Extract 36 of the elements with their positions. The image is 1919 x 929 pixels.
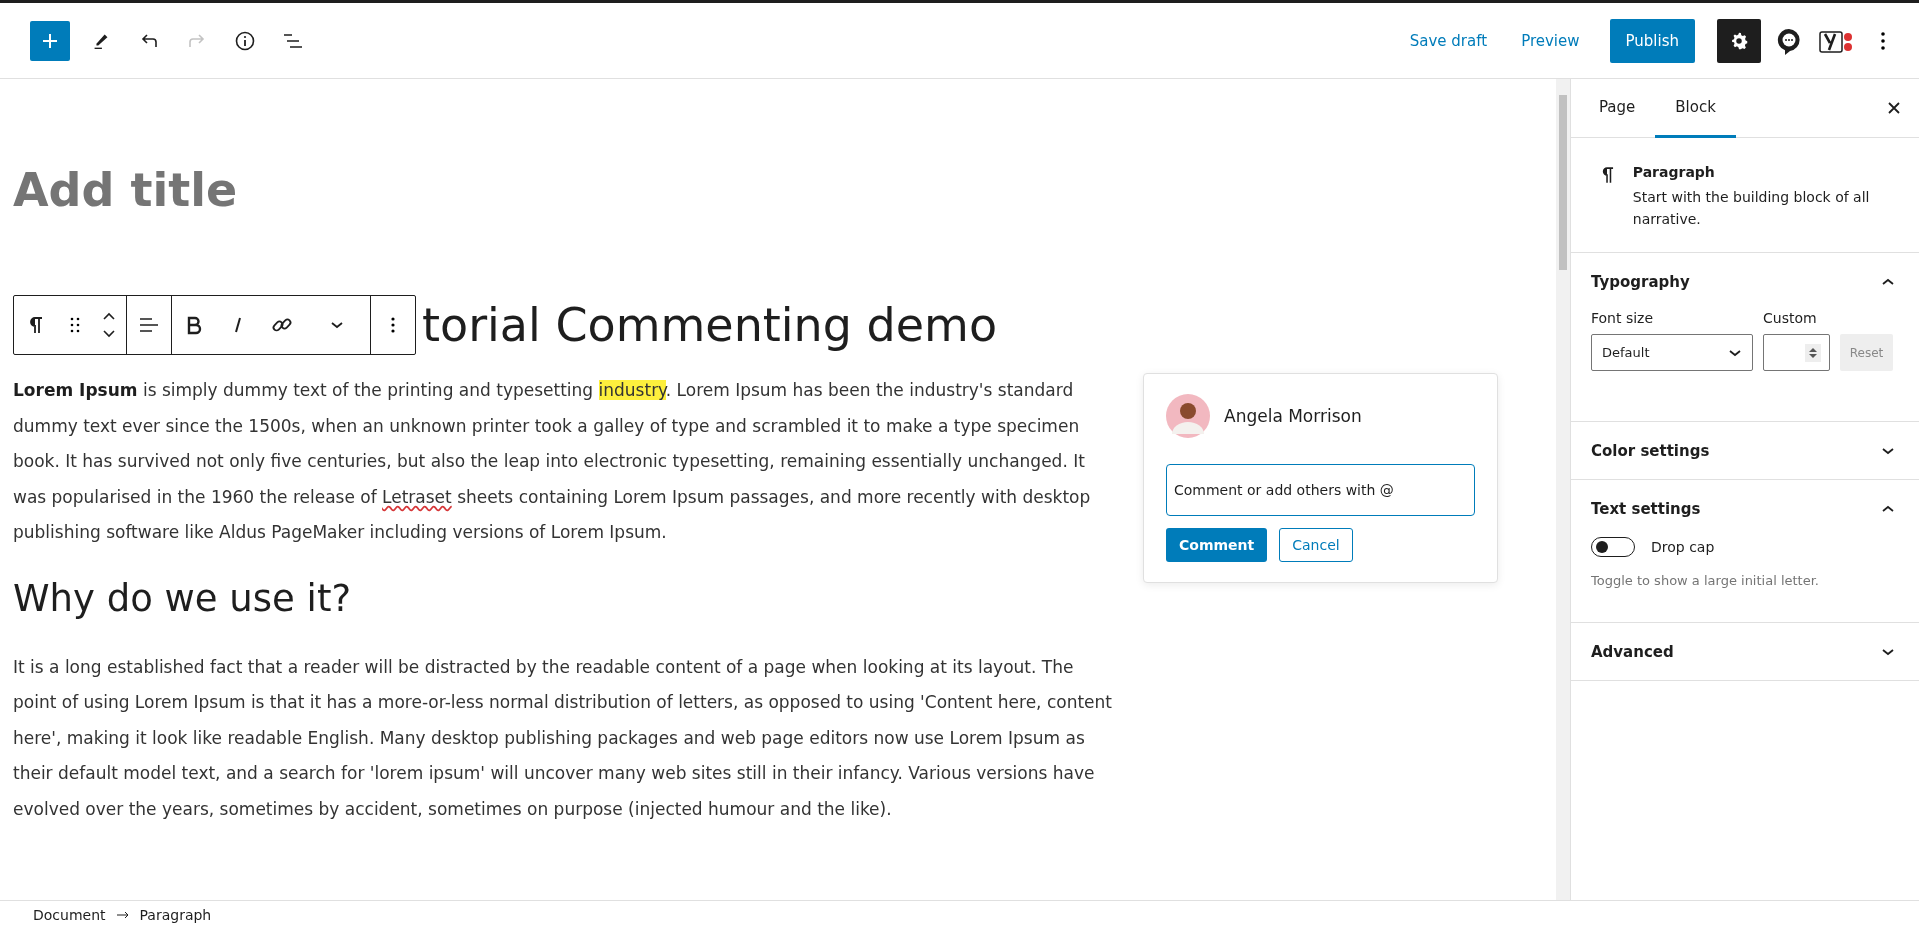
scrollbar[interactable] (1556, 79, 1570, 900)
panel-header[interactable]: Advanced (1571, 623, 1919, 680)
spinner-arrows-icon (1808, 345, 1818, 360)
help-text: Toggle to show a large initial letter. (1591, 573, 1820, 588)
field-label: Custom (1763, 310, 1818, 326)
block-title: Paragraph (1632, 164, 1716, 180)
panel-header[interactable]: Color settings (1571, 422, 1919, 479)
sidebar-tab[interactable]: Block (1655, 79, 1736, 138)
comment-button[interactable]: Comment (1166, 528, 1268, 562)
panel-header[interactable]: Typography (1571, 253, 1919, 310)
section-heading: Why do we use it? (13, 576, 353, 620)
pilcrow-icon (1601, 164, 1615, 186)
author-name: Angela Morrison (1224, 406, 1362, 426)
paragraph: It is a long established fact that a reader will be distracted by the readable content of a page when looking at its layout. The point of using Lorem Ipsum is that it has a more-or-less normal distribution of letters, as opposed to using 'Content here, content here', making it look like readable English. Many desktop publishing packages and web page editors now use Lorem Ipsum as their default model text, and a search for 'lorem ipsum' will uncover many web sites still in their infancy. Various versions have evolved over the years, sometimes by accident, sometimes on purpose (injected humour and the like). (13, 655, 1113, 821)
custom-size-field[interactable] (1763, 334, 1830, 371)
font-size-select[interactable]: Default (1591, 334, 1753, 371)
arrow-icon (115, 911, 130, 919)
cancel-button[interactable]: Cancel (1279, 528, 1353, 562)
publish-button[interactable]: Publish (1609, 18, 1695, 63)
field-label: Font size (1591, 310, 1655, 326)
comment-field[interactable]: Comment or add others with @ (1166, 464, 1475, 516)
sidebar-tab[interactable]: Page (1579, 79, 1656, 138)
panel-header[interactable]: Text settings (1571, 480, 1919, 537)
toggle-label: Drop cap (1651, 539, 1715, 555)
post-heading: torial Commenting demo (422, 298, 998, 352)
block-description: Start with the building block of all narrative. (1632, 188, 1871, 229)
settings-button[interactable] (1717, 18, 1761, 63)
paragraph: Lorem Ipsum is simply dummy text of the printing and typesetting industry. Lorem Ipsum has been the industry's standard dummy text ever since the 1500s, when an unknown printer took a galley of type and scrambled it to make a type specimen book. It has survived not only five centuries, but also the leap into electronic typesetting, remaining essentially unchanged. It was popularised in the 1960 the release of Letraset sheets containing Lorem Ipsum passages, and more recently with desktop publishing software like Aldus PageMaker including versions of Lorem Ipsum. (13, 379, 1092, 544)
preview-button[interactable]: Preview (1511, 23, 1590, 58)
breadcrumb-item[interactable]: Paragraph (139, 907, 212, 923)
avatar (1166, 394, 1210, 438)
title-placeholder[interactable]: Add title (13, 163, 1556, 217)
add-block-button[interactable] (30, 20, 70, 61)
chevron-down-icon (1728, 347, 1742, 358)
save-draft-button[interactable]: Save draft (1399, 23, 1498, 58)
breadcrumb-item[interactable]: Document (33, 907, 106, 923)
